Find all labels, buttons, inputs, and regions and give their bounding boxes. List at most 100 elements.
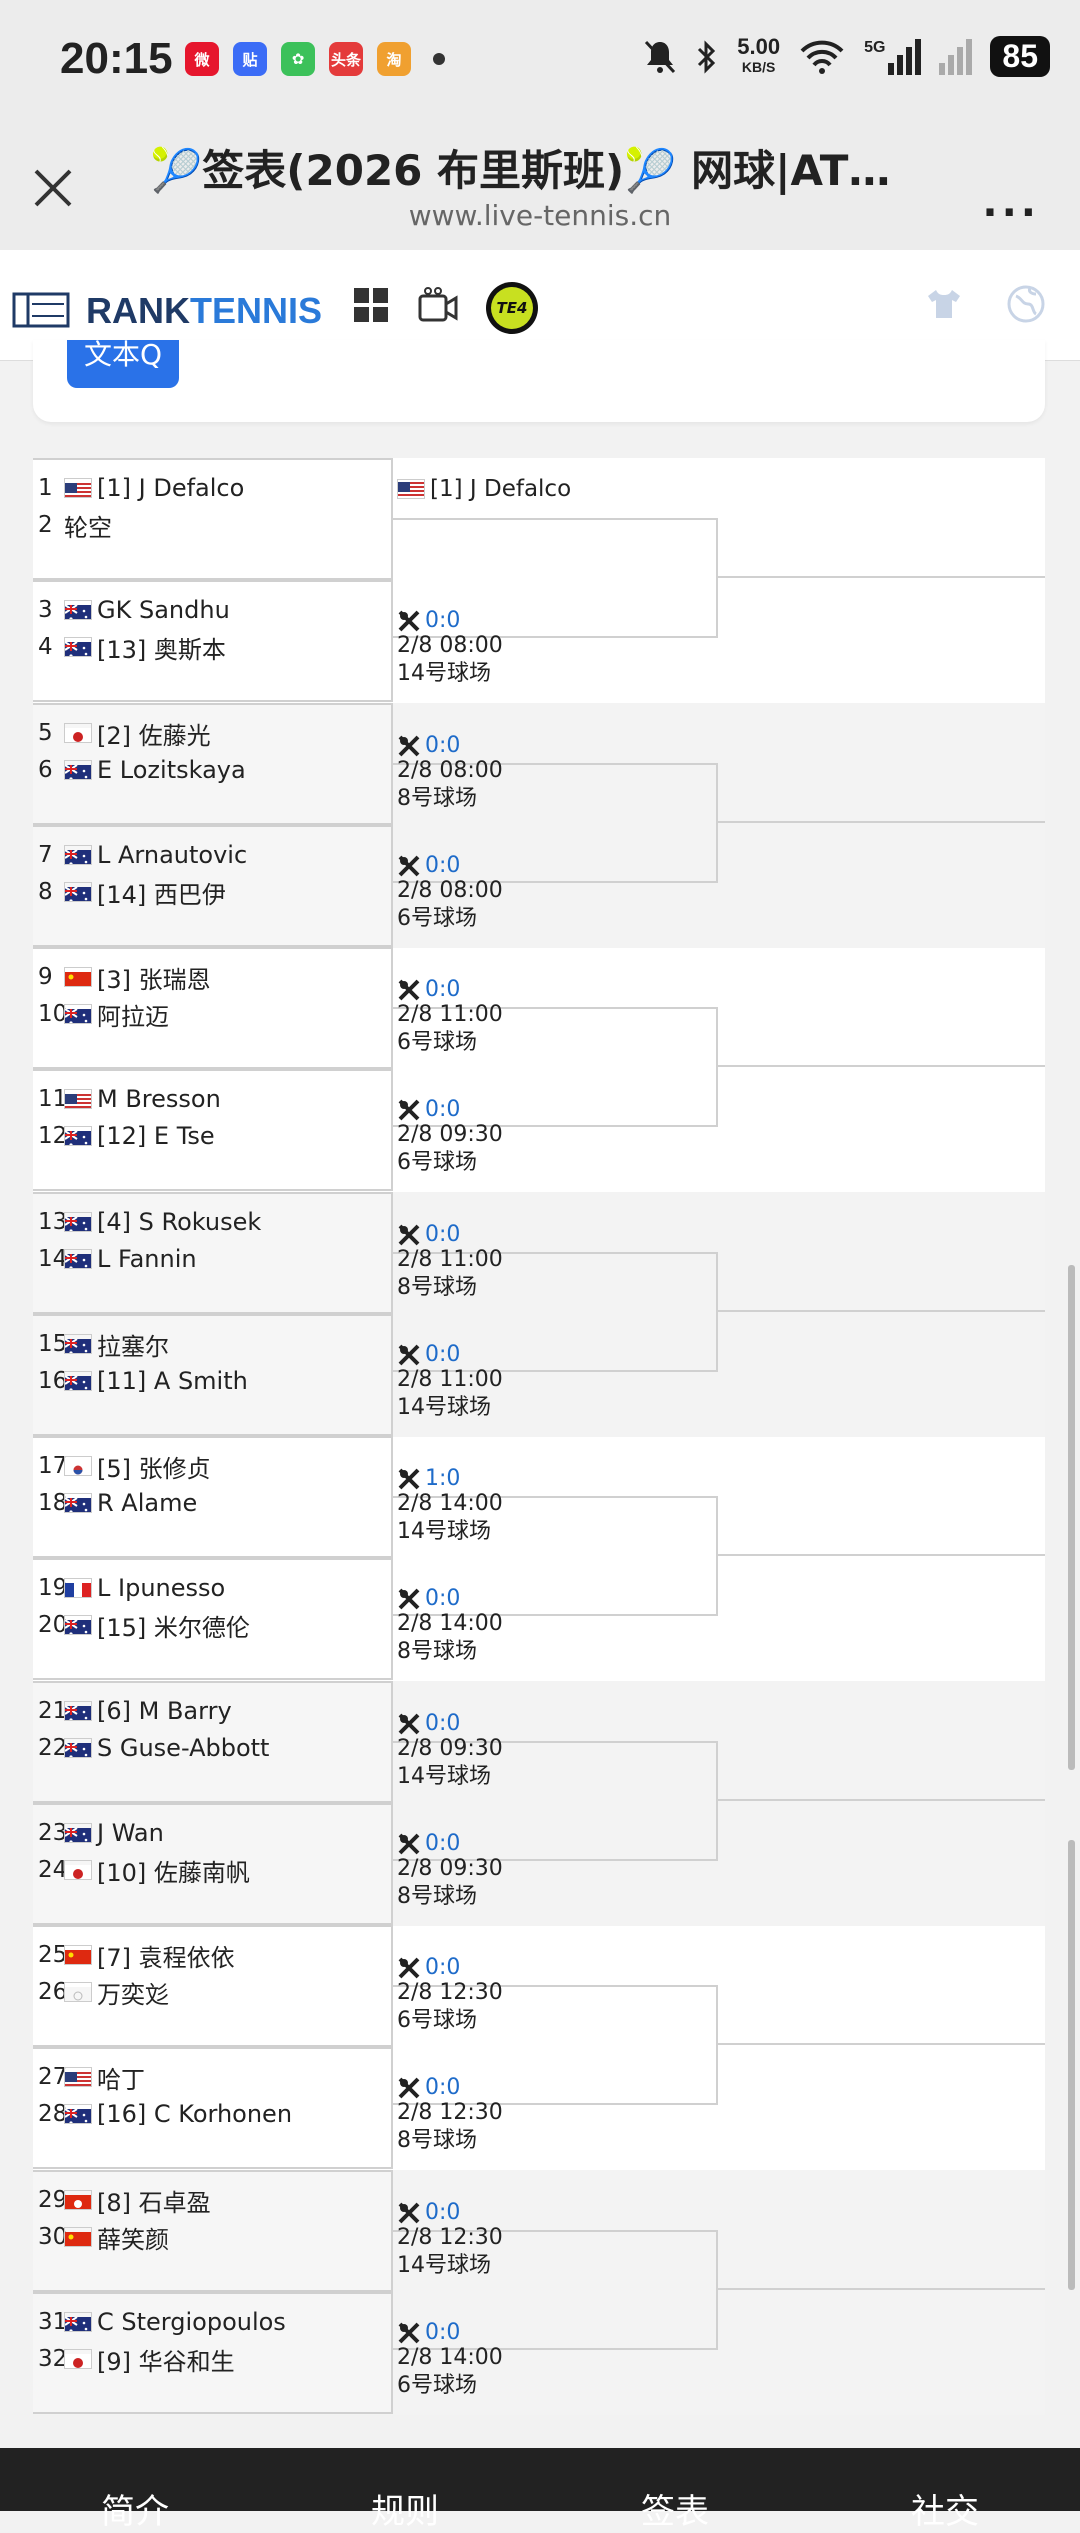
match-score[interactable]: 0:0 xyxy=(397,1342,460,1367)
player-row[interactable]: 27 哈丁 xyxy=(33,2057,145,2097)
match-score[interactable]: 0:0 xyxy=(397,1711,460,1736)
player-name[interactable]: [15] 米尔德伦 xyxy=(97,1608,250,1643)
match-score[interactable]: 0:0 xyxy=(397,733,460,758)
player-row[interactable]: 4 [13] 奥斯本 xyxy=(33,627,226,667)
match-score[interactable]: 0:0 xyxy=(397,1222,460,1247)
match-score[interactable]: 0:0 xyxy=(397,977,460,1002)
player-name[interactable]: GK Sandhu xyxy=(97,596,230,624)
player-name[interactable]: 万奕彣 xyxy=(97,1975,169,2010)
tennis-racket-icon xyxy=(398,2322,420,2343)
player-row[interactable]: 8 [14] 西巴伊 xyxy=(33,872,226,912)
filter-button[interactable]: 文本Q xyxy=(67,340,179,388)
player-name[interactable]: [7] 袁程依依 xyxy=(97,1938,235,1973)
tennis-racket-icon xyxy=(398,1588,420,1609)
player-name[interactable]: [3] 张瑞恩 xyxy=(97,960,211,995)
player-row[interactable]: 14 L Fannin xyxy=(33,1239,197,1279)
match-score[interactable]: 1:0 xyxy=(397,1466,460,1491)
match-info: 2/8 08:00 6号球场 xyxy=(397,877,503,933)
player-name[interactable]: L Ipunesso xyxy=(97,1574,225,1602)
match-score[interactable]: 0:0 xyxy=(397,1586,460,1611)
player-row[interactable]: 5 [2] 佐藤光 xyxy=(33,713,211,753)
match-score[interactable]: 0:0 xyxy=(397,2200,460,2225)
player-name[interactable]: [16] C Korhonen xyxy=(97,2100,292,2128)
player-name[interactable]: [13] 奥斯本 xyxy=(97,630,226,665)
shirt-icon[interactable] xyxy=(926,286,962,322)
player-row[interactable]: 21 [6] M Barry xyxy=(33,1691,232,1731)
rank-tennis-logo[interactable]: RANKTENNIS xyxy=(86,290,322,332)
player-row[interactable]: 25 [7] 袁程依依 xyxy=(33,1935,235,1975)
player-row[interactable]: 12 [12] E Tse xyxy=(33,1116,215,1156)
player-row[interactable]: 3 GK Sandhu xyxy=(33,590,230,630)
player-name[interactable]: C Stergiopoulos xyxy=(97,2308,286,2336)
scrollbar-thumb[interactable] xyxy=(1068,1265,1075,1770)
rank-tennis-logo-icon[interactable] xyxy=(12,290,70,330)
globe-icon[interactable] xyxy=(1006,284,1046,324)
match-score[interactable]: 0:0 xyxy=(397,608,460,633)
player-name[interactable]: [4] S Rokusek xyxy=(97,1208,261,1236)
player-row[interactable]: 28 [16] C Korhonen xyxy=(33,2094,292,2134)
player-name[interactable]: J Wan xyxy=(97,1819,164,1847)
match-score[interactable]: 0:0 xyxy=(397,2320,460,2345)
player-name[interactable]: [10] 佐藤南帆 xyxy=(97,1853,250,1888)
player-row[interactable]: 24 [10] 佐藤南帆 xyxy=(33,1850,250,1890)
draw-position: 26 xyxy=(38,1979,68,2005)
te4-badge[interactable]: TE4 xyxy=(486,282,538,334)
player-row[interactable]: 11 M Bresson xyxy=(33,1079,221,1119)
player-name[interactable]: 薛笑颜 xyxy=(97,2220,169,2255)
video-camera-icon[interactable] xyxy=(418,286,458,324)
player-name[interactable]: [5] 张修贞 xyxy=(97,1449,211,1484)
match-score[interactable]: 0:0 xyxy=(397,1097,460,1122)
player-row[interactable]: 2 轮空 xyxy=(33,505,112,545)
player-row[interactable]: 18 R Alame xyxy=(33,1483,197,1523)
player-name[interactable]: [9] 华谷和生 xyxy=(97,2342,235,2377)
player-name[interactable]: [1] J Defalco xyxy=(97,474,244,502)
player-name[interactable]: 拉塞尔 xyxy=(97,1327,169,1362)
signal-sim2-icon xyxy=(939,38,973,75)
round2-player[interactable]: [1] J Defalco xyxy=(397,476,571,502)
player-row[interactable]: 1 [1] J Defalco xyxy=(33,468,244,508)
player-name[interactable]: L Fannin xyxy=(97,1245,197,1273)
player-row[interactable]: 31 C Stergiopoulos xyxy=(33,2302,286,2342)
match-score[interactable]: 0:0 xyxy=(397,1831,460,1856)
player-row[interactable]: 30 薛笑颜 xyxy=(33,2217,169,2257)
player-row[interactable]: 29 [8] 石卓盈 xyxy=(33,2180,211,2220)
player-row[interactable]: 16 [11] A Smith xyxy=(33,1361,248,1401)
match-score[interactable]: 0:0 xyxy=(397,2075,460,2100)
player-row[interactable]: 10 阿拉迈 xyxy=(33,994,169,1034)
bottom-nav-item[interactable]: 简介 xyxy=(0,2448,270,2532)
player-row[interactable]: 9 [3] 张瑞恩 xyxy=(33,957,211,997)
player-row[interactable]: 22 S Guse-Abbott xyxy=(33,1728,269,1768)
player-name[interactable]: M Bresson xyxy=(97,1085,221,1113)
bottom-nav-item[interactable]: 社交 xyxy=(810,2448,1080,2532)
player-name[interactable]: 阿拉迈 xyxy=(97,997,169,1032)
player-row[interactable]: 15 拉塞尔 xyxy=(33,1324,169,1364)
match-score[interactable]: 0:0 xyxy=(397,853,460,878)
player-name[interactable]: 哈丁 xyxy=(97,2060,145,2095)
scrollbar-thumb-lower[interactable] xyxy=(1068,1840,1075,2290)
player-name[interactable]: S Guse-Abbott xyxy=(97,1734,269,1762)
player-name[interactable]: [6] M Barry xyxy=(97,1697,232,1725)
player-name[interactable]: R Alame xyxy=(97,1489,197,1517)
grid-menu-icon[interactable] xyxy=(352,286,390,324)
bottom-nav-item[interactable]: 规则 xyxy=(270,2448,540,2532)
player-name[interactable]: 轮空 xyxy=(64,508,112,543)
match-score[interactable]: 0:0 xyxy=(397,1955,460,1980)
player-name[interactable]: [2] 佐藤光 xyxy=(97,716,211,751)
player-name[interactable]: E Lozitskaya xyxy=(97,756,246,784)
player-name[interactable]: [11] A Smith xyxy=(97,1367,248,1395)
player-name[interactable]: L Arnautovic xyxy=(97,841,247,869)
player-name[interactable]: [8] 石卓盈 xyxy=(97,2183,211,2218)
player-row[interactable]: 13 [4] S Rokusek xyxy=(33,1202,261,1242)
player-row[interactable]: 19 L Ipunesso xyxy=(33,1568,225,1608)
player-row[interactable]: 32 [9] 华谷和生 xyxy=(33,2339,235,2379)
player-row[interactable]: 26 万奕彣 xyxy=(33,1972,169,2012)
player-name[interactable]: [12] E Tse xyxy=(97,1122,215,1150)
player-row[interactable]: 7 L Arnautovic xyxy=(33,835,247,875)
player-name[interactable]: [14] 西巴伊 xyxy=(97,875,226,910)
more-menu-button[interactable]: ... xyxy=(982,180,1040,226)
player-row[interactable]: 23 J Wan xyxy=(33,1813,164,1853)
player-row[interactable]: 6 E Lozitskaya xyxy=(33,750,246,790)
bottom-nav-item[interactable]: 签表 xyxy=(540,2448,810,2532)
player-row[interactable]: 17 [5] 张修贞 xyxy=(33,1446,211,1486)
player-row[interactable]: 20 [15] 米尔德伦 xyxy=(33,1605,250,1645)
